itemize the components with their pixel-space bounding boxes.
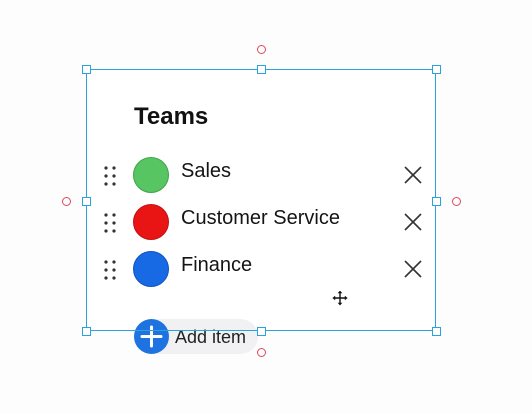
drag-handle-icon[interactable] xyxy=(104,260,116,280)
add-item-label: Add item xyxy=(175,327,247,347)
list-item-sales[interactable]: Sales xyxy=(100,157,430,197)
move-cursor-icon xyxy=(331,289,349,307)
plus-icon[interactable] xyxy=(134,319,169,354)
resize-handle-right[interactable] xyxy=(431,196,441,206)
card-title: Teams xyxy=(134,103,209,130)
close-icon[interactable] xyxy=(403,165,423,185)
item-label[interactable]: Customer Service xyxy=(181,207,340,230)
item-label[interactable]: Finance xyxy=(181,254,252,277)
color-swatch[interactable] xyxy=(133,251,169,287)
resize-handle-left[interactable] xyxy=(81,196,91,206)
rotate-handle-right[interactable] xyxy=(452,197,461,206)
color-swatch[interactable] xyxy=(133,204,169,240)
resize-handle-top-left[interactable] xyxy=(81,64,91,74)
resize-handle-bottom[interactable] xyxy=(256,326,266,336)
rotate-handle-left[interactable] xyxy=(62,197,71,206)
drag-handle-icon[interactable] xyxy=(104,166,116,186)
rotate-handle-bottom[interactable] xyxy=(257,348,266,357)
resize-handle-top[interactable] xyxy=(256,64,266,74)
close-icon[interactable] xyxy=(403,259,423,279)
drag-handle-icon[interactable] xyxy=(104,213,116,233)
resize-handle-bottom-right[interactable] xyxy=(431,326,441,336)
color-swatch[interactable] xyxy=(133,157,169,193)
add-item-button[interactable]: Add item xyxy=(134,319,258,354)
close-icon[interactable] xyxy=(403,212,423,232)
rotate-handle-top[interactable] xyxy=(257,45,266,54)
list-item-customer-service[interactable]: Customer Service xyxy=(100,204,430,244)
resize-handle-top-right[interactable] xyxy=(431,64,441,74)
list-item-finance[interactable]: Finance xyxy=(100,251,430,291)
item-label[interactable]: Sales xyxy=(181,160,231,183)
resize-handle-bottom-left[interactable] xyxy=(81,326,91,336)
